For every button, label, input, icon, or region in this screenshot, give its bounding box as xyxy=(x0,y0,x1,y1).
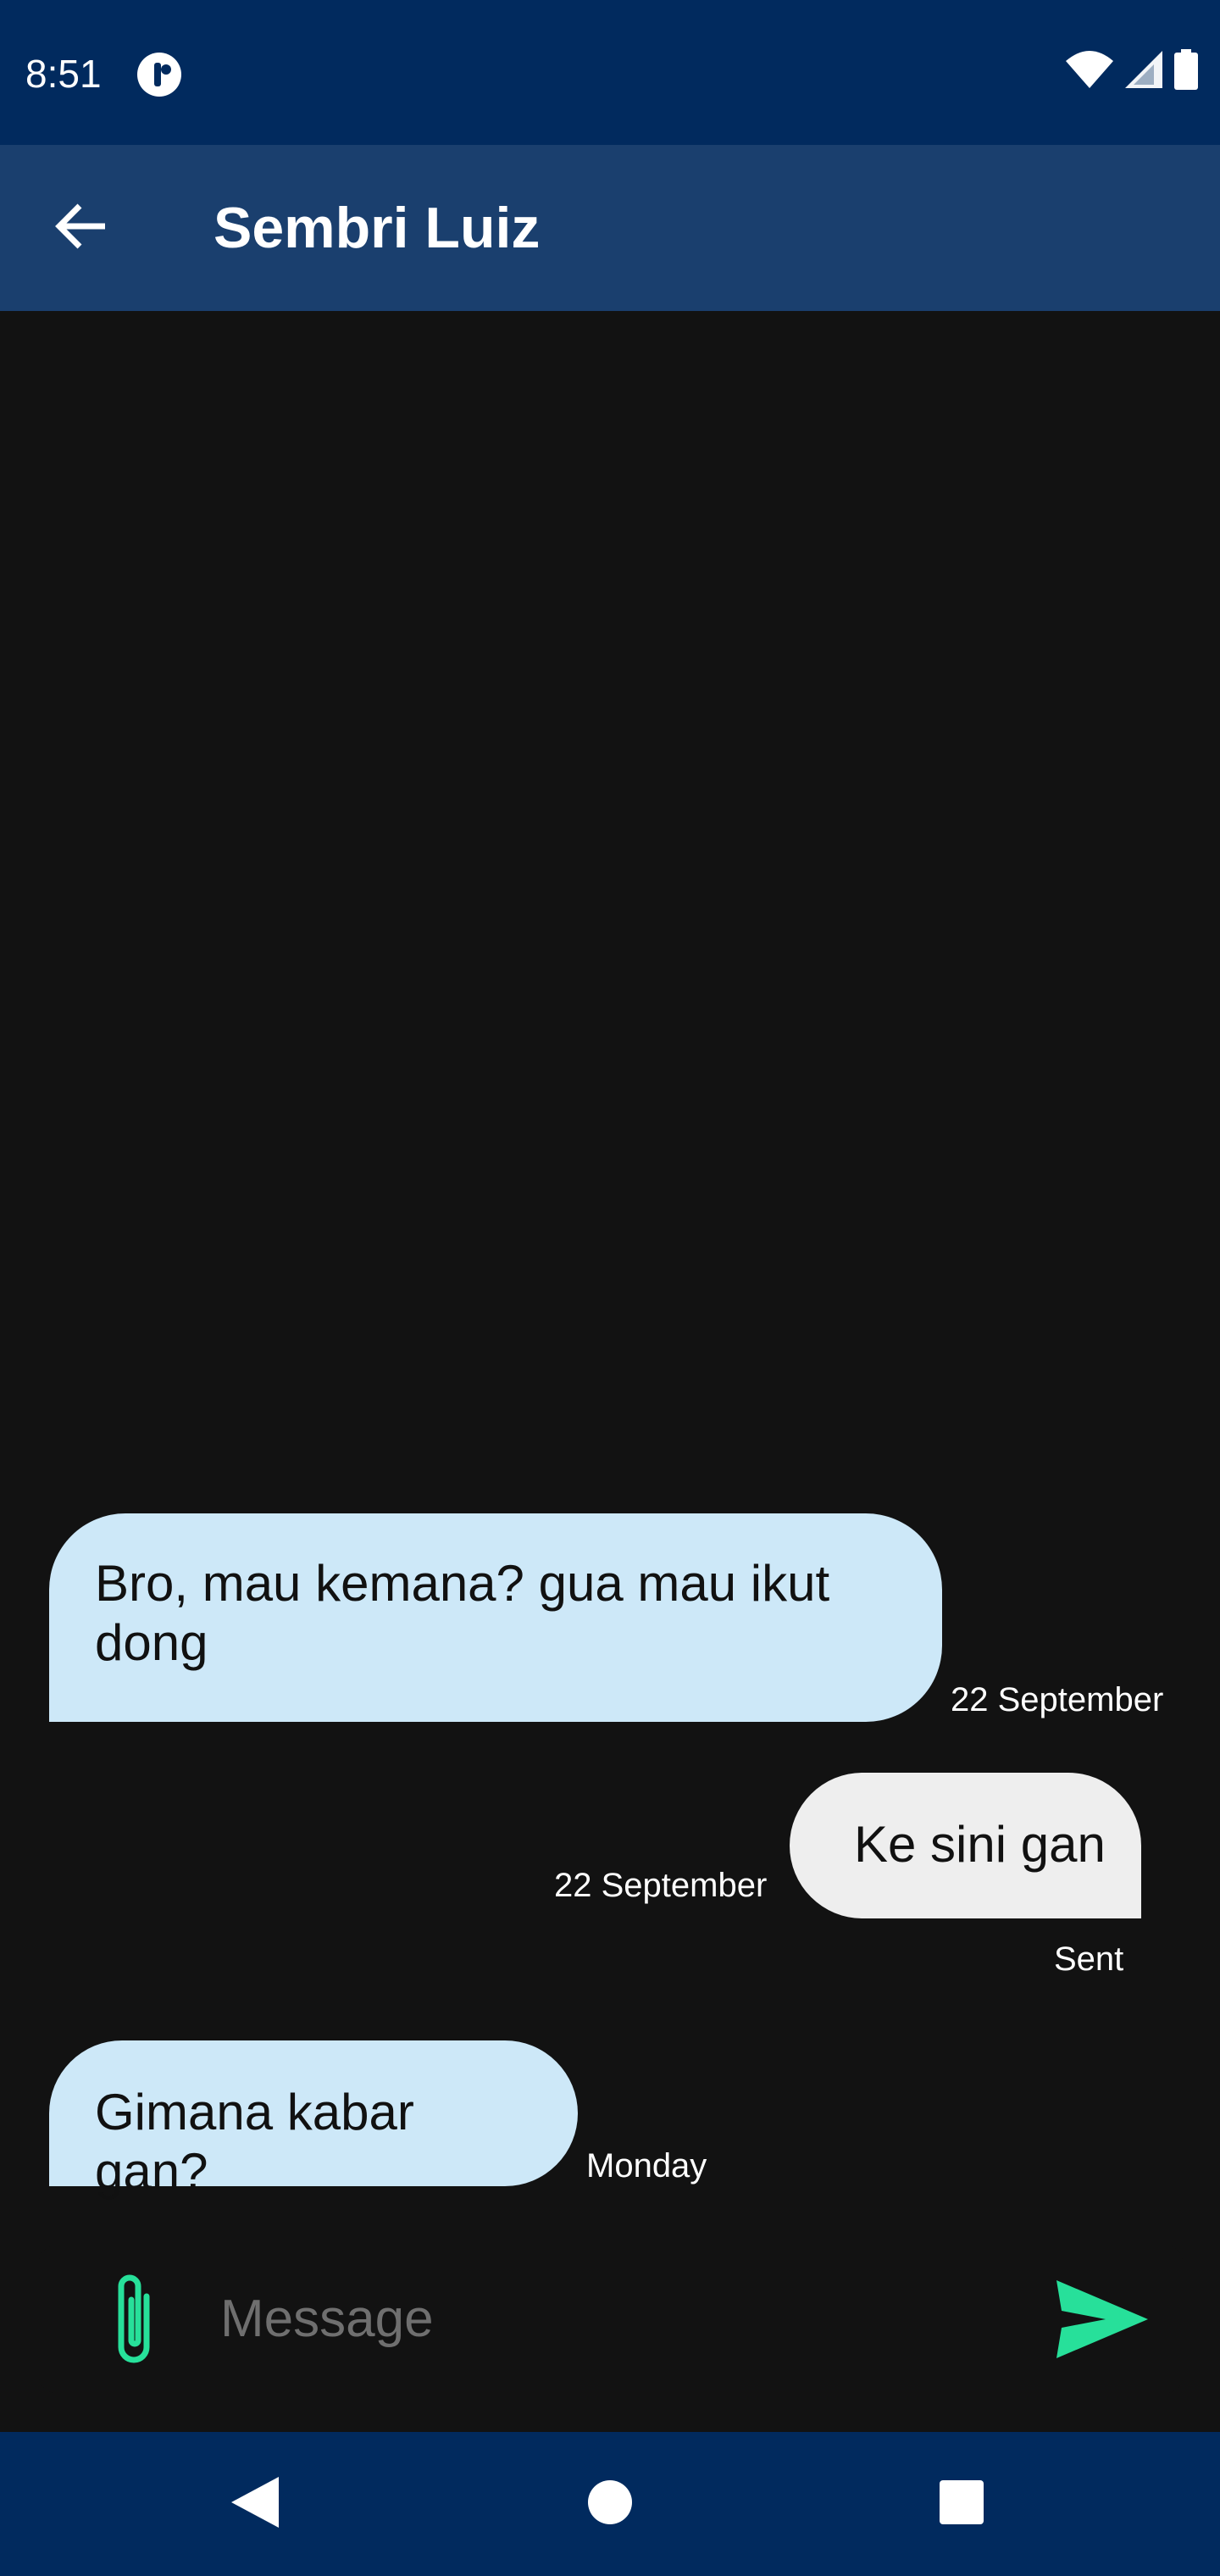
nav-recents-button[interactable] xyxy=(923,2466,1000,2542)
wifi-icon xyxy=(1066,51,1113,92)
paperclip-icon xyxy=(104,2268,164,2373)
message-date: 22 September xyxy=(951,1681,1164,1718)
back-button[interactable] xyxy=(49,196,114,260)
nav-home-button[interactable] xyxy=(572,2466,648,2542)
system-navigation-bar xyxy=(0,2432,1220,2576)
back-triangle-icon xyxy=(231,2476,279,2532)
message-text: Bro, mau kemana? gua mau ikut dong xyxy=(95,1555,830,1671)
message-composer xyxy=(39,2246,1183,2393)
status-time: 8:51 xyxy=(25,52,102,96)
home-circle-icon xyxy=(586,2479,634,2530)
message-date: 22 September xyxy=(554,1867,768,1904)
attach-button[interactable] xyxy=(83,2269,185,2371)
battery-icon xyxy=(1174,49,1198,94)
outgoing-message-bubble[interactable]: Ke sini gan xyxy=(790,1773,1141,1918)
message-status: Sent xyxy=(1054,1940,1124,1978)
message-input[interactable] xyxy=(219,2271,1035,2366)
cell-signal-icon xyxy=(1125,51,1162,92)
contact-name-title: Sembri Luiz xyxy=(214,196,541,260)
send-icon xyxy=(1056,2279,1148,2362)
arrow-back-icon xyxy=(54,203,108,254)
app-notification-icon xyxy=(136,51,183,98)
status-bar: 8:51 xyxy=(0,0,1220,145)
app-bar: Sembri Luiz xyxy=(0,145,1220,311)
nav-back-button[interactable] xyxy=(217,2466,293,2542)
message-date: Monday xyxy=(586,2147,707,2185)
message-text: Gimana kabar gan? xyxy=(95,2084,414,2200)
incoming-message-bubble[interactable]: Gimana kabar gan? xyxy=(49,2040,578,2200)
status-icons xyxy=(1066,49,1198,94)
recents-square-icon xyxy=(938,2479,985,2530)
send-button[interactable] xyxy=(1047,2266,1157,2376)
incoming-message-bubble[interactable]: Bro, mau kemana? gua mau ikut dong xyxy=(49,1513,942,1722)
message-text: Ke sini gan xyxy=(854,1816,1106,1873)
